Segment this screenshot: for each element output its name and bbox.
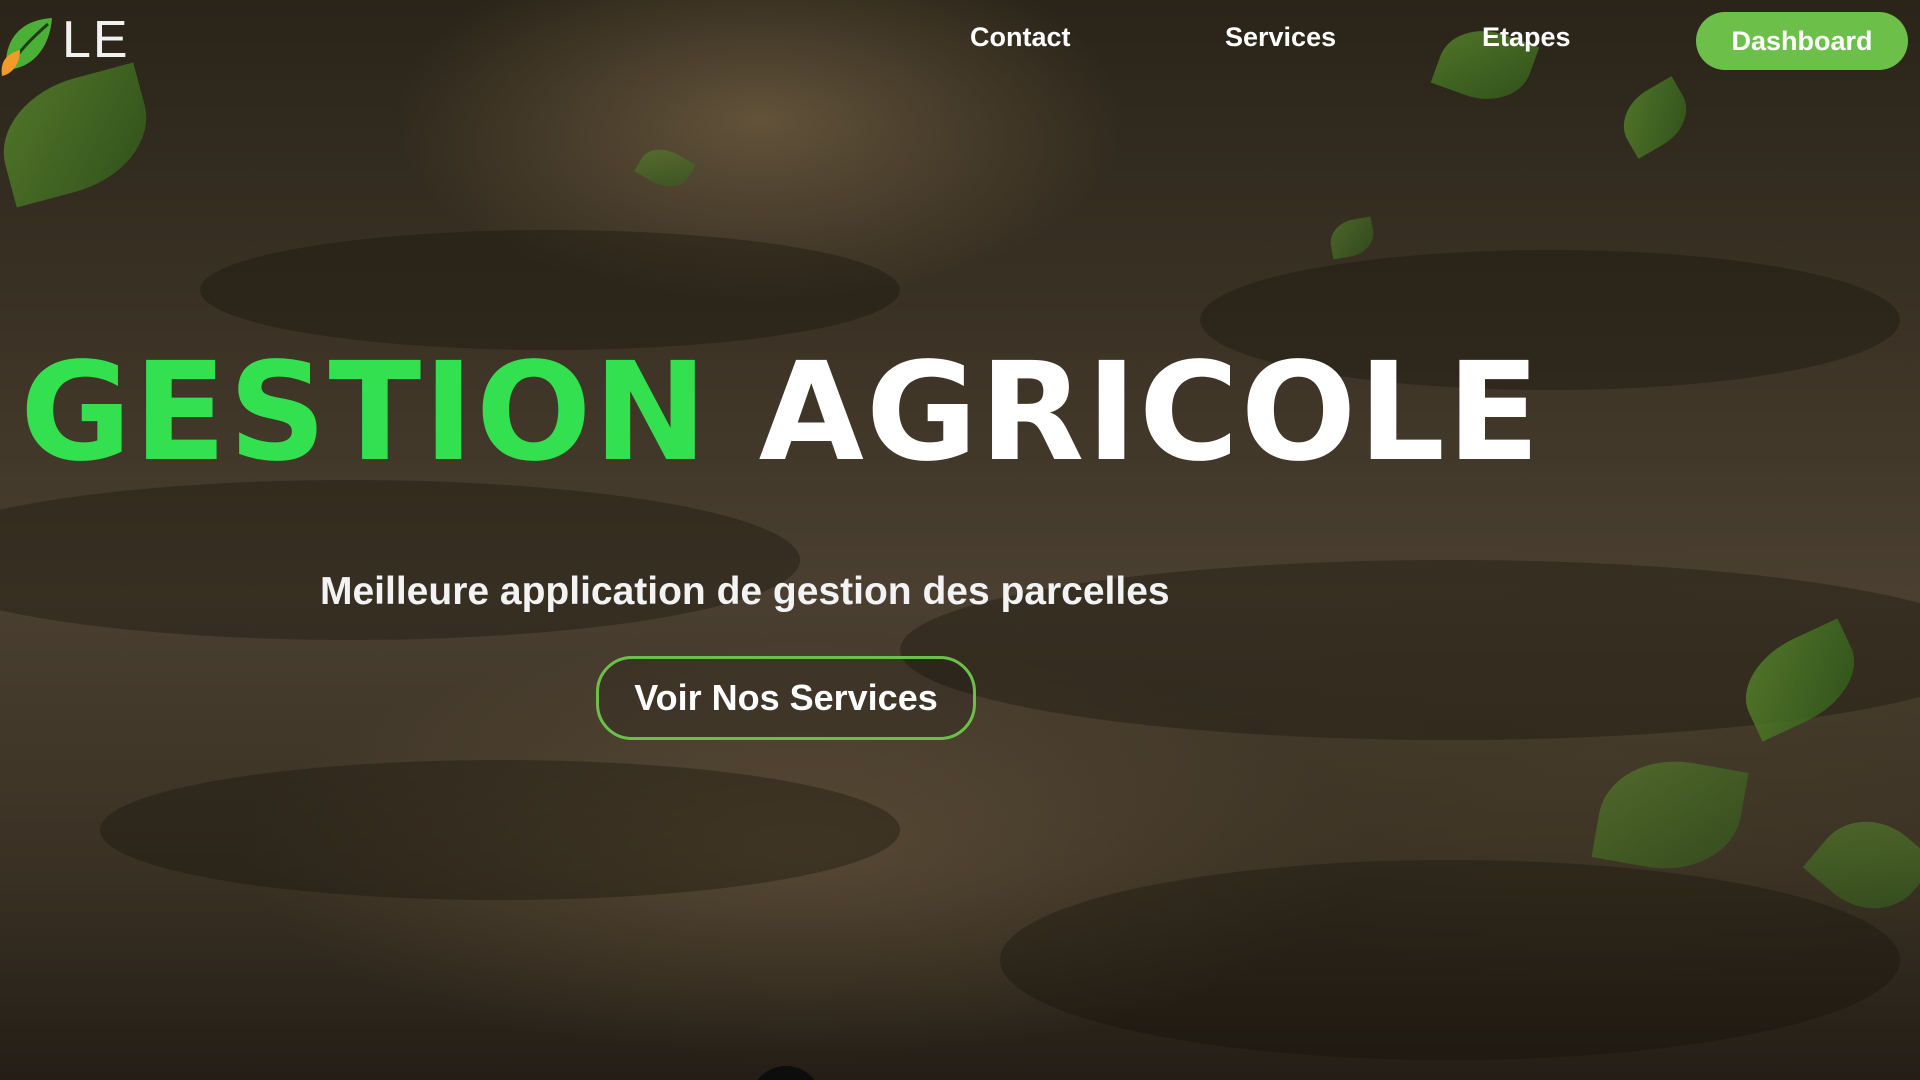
leaf-logo-icon (1, 18, 52, 76)
hero-title-green: GESTION (20, 334, 710, 492)
plant-leaf (634, 139, 696, 197)
nav-link-contact[interactable]: Contact (970, 22, 1071, 53)
hero-title-white: AGRICOLE (758, 334, 1542, 492)
soil-furrow (0, 480, 800, 640)
scroll-indicator[interactable] (750, 1066, 822, 1080)
hero-subtitle: Meilleure application de gestion des par… (320, 570, 1170, 613)
top-navbar: LE Contact Services Etapes Dashboard (0, 0, 1920, 84)
soil-furrow (1000, 860, 1900, 1060)
dashboard-button[interactable]: Dashboard (1696, 12, 1908, 70)
soil-furrow (200, 230, 900, 350)
see-services-button[interactable]: Voir Nos Services (596, 656, 976, 740)
soil-furrow (100, 760, 900, 900)
plant-leaf (0, 62, 162, 208)
logo[interactable]: LE (0, 6, 140, 82)
plant-leaf (1591, 748, 1749, 882)
hero-section: LE Contact Services Etapes Dashboard GES… (0, 0, 1920, 1080)
plant-leaf (1327, 216, 1377, 260)
nav-link-services[interactable]: Services (1225, 22, 1336, 53)
hero-title: GESTION AGRICOLE (20, 345, 1542, 481)
nav-link-etapes[interactable]: Etapes (1482, 22, 1571, 53)
plant-leaf (1610, 76, 1700, 159)
logo-text: LE (62, 11, 130, 69)
